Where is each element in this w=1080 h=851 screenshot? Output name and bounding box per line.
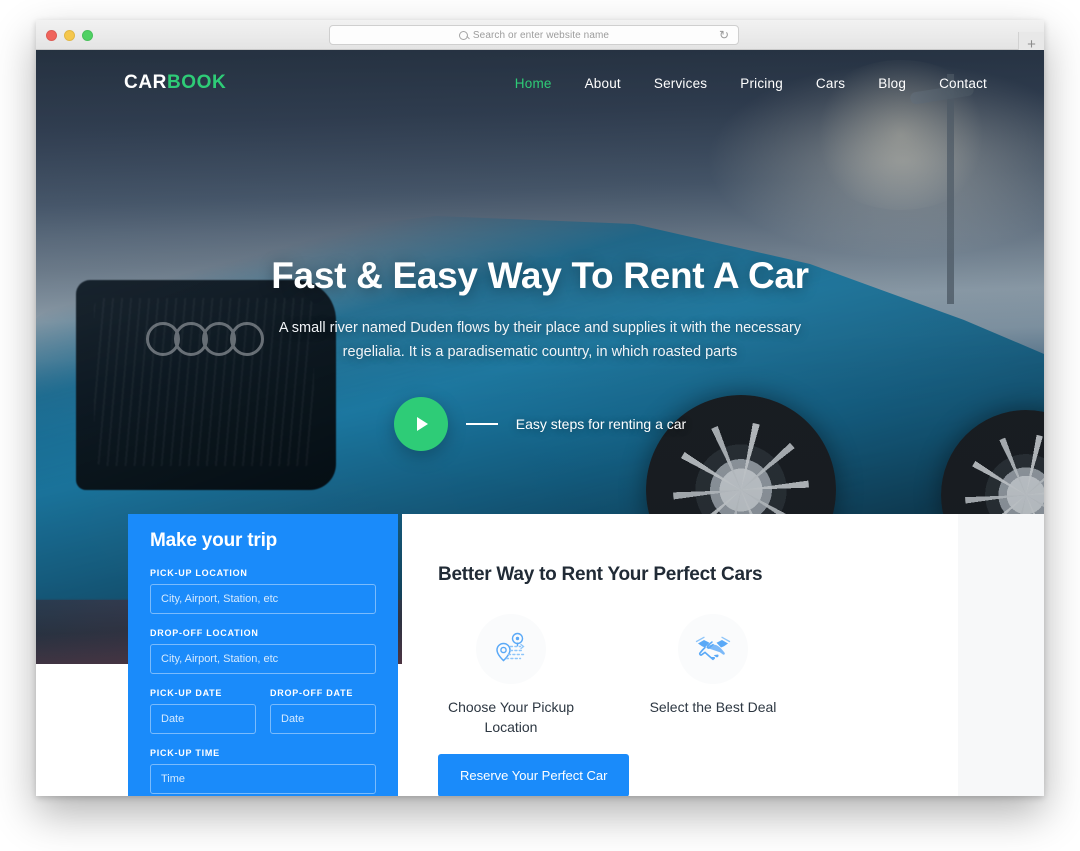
pickup-time-label: PICK-UP TIME bbox=[150, 748, 220, 758]
pickup-location-label: PICK-UP LOCATION bbox=[150, 568, 248, 578]
nav-item-blog[interactable]: Blog bbox=[878, 76, 906, 91]
feature-icon-badge bbox=[476, 614, 546, 684]
address-bar[interactable]: Search or enter website name ↻ bbox=[329, 25, 739, 45]
feature-pickup-location[interactable]: Choose Your Pickup Location bbox=[438, 614, 584, 738]
booking-form-title: Make your trip bbox=[150, 530, 278, 551]
close-window-button[interactable] bbox=[46, 29, 57, 41]
play-divider-line bbox=[465, 423, 498, 426]
dropoff-date-label: DROP-OFF DATE bbox=[270, 688, 354, 698]
screenshot-root: Search or enter website name ↻ + CARBOOK… bbox=[0, 0, 1080, 851]
browser-titlebar: Search or enter website name ↻ + bbox=[36, 20, 1044, 56]
pickup-location-route-icon bbox=[496, 632, 525, 662]
reserve-car-button[interactable]: Reserve Your Perfect Car bbox=[438, 753, 630, 796]
dropoff-date-input[interactable] bbox=[270, 704, 376, 734]
date-field-row: PICK-UP DATE DROP-OFF DATE bbox=[150, 688, 376, 748]
logo-accent-text: BOOK bbox=[166, 72, 227, 93]
hero-title: Fast & Easy Way To Rent A Car bbox=[271, 255, 809, 296]
feature-icon-badge bbox=[678, 614, 748, 684]
dropoff-location-label: DROP-OFF LOCATION bbox=[150, 628, 259, 638]
play-icon bbox=[417, 417, 429, 432]
intro-content-card: Better Way to Rent Your Perfect Cars Cho… bbox=[402, 514, 958, 796]
dropoff-date-group: DROP-OFF DATE bbox=[270, 688, 376, 748]
hero-content: Fast & Easy Way To Rent A Car A small ri… bbox=[36, 255, 1044, 452]
pickup-location-input[interactable] bbox=[150, 584, 376, 614]
pickup-date-group: PICK-UP DATE bbox=[150, 688, 256, 748]
play-button-label: Easy steps for renting a car bbox=[515, 416, 687, 433]
pickup-time-input[interactable] bbox=[150, 764, 376, 794]
site-navbar: CARBOOK Home About Services Pricing Cars… bbox=[36, 50, 1044, 116]
reload-icon[interactable]: ↻ bbox=[719, 29, 729, 41]
browser-window: Search or enter website name ↻ + CARBOOK… bbox=[36, 20, 1044, 796]
nav-item-contact[interactable]: Contact bbox=[939, 76, 987, 91]
feature-label: Select the Best Deal bbox=[649, 699, 777, 715]
booking-band: Make your trip PICK-UP LOCATION DROP-OFF… bbox=[36, 514, 1044, 796]
nav-item-pricing[interactable]: Pricing bbox=[740, 76, 783, 91]
play-button[interactable] bbox=[393, 397, 448, 452]
address-bar-placeholder: Search or enter website name bbox=[472, 29, 610, 41]
right-page-gutter bbox=[958, 514, 1044, 796]
nav-item-home[interactable]: Home bbox=[515, 76, 552, 91]
page-viewport: CARBOOK Home About Services Pricing Cars… bbox=[36, 50, 1044, 796]
address-bar-container: Search or enter website name ↻ bbox=[329, 25, 739, 45]
handshake-deal-icon bbox=[695, 636, 731, 661]
section-title: Better Way to Rent Your Perfect Cars bbox=[438, 564, 763, 585]
logo-primary-text: CAR bbox=[124, 72, 167, 93]
pickup-date-label: PICK-UP DATE bbox=[150, 688, 223, 698]
zoom-window-button[interactable] bbox=[82, 29, 93, 41]
nav-item-about[interactable]: About bbox=[585, 76, 621, 91]
booking-form-card: Make your trip PICK-UP LOCATION DROP-OFF… bbox=[128, 514, 398, 796]
window-controls bbox=[46, 20, 93, 50]
search-icon bbox=[458, 30, 468, 40]
dropoff-location-input[interactable] bbox=[150, 644, 376, 674]
hero-play-row: Easy steps for renting a car bbox=[146, 397, 934, 452]
feature-list: Choose Your Pickup Location Select the B… bbox=[438, 614, 958, 738]
feature-label: Choose Your Pickup Location bbox=[447, 699, 575, 735]
nav-item-cars[interactable]: Cars bbox=[816, 76, 845, 91]
minimize-window-button[interactable] bbox=[64, 29, 75, 41]
site-logo[interactable]: CARBOOK bbox=[124, 72, 226, 94]
hero-subtitle: A small river named Duden flows by their… bbox=[278, 319, 802, 361]
feature-best-deal[interactable]: Select the Best Deal bbox=[640, 614, 786, 738]
pickup-date-input[interactable] bbox=[150, 704, 256, 734]
nav-item-services[interactable]: Services bbox=[654, 76, 707, 91]
nav-links: Home About Services Pricing Cars Blog Co… bbox=[515, 76, 987, 91]
left-white-filler bbox=[36, 699, 136, 796]
